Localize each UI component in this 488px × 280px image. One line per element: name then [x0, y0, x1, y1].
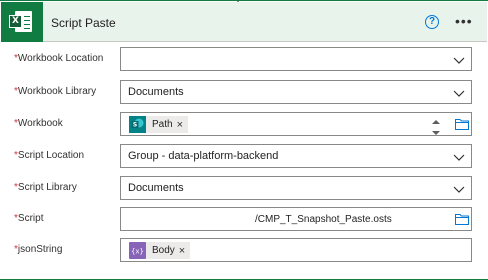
chevron-down-icon	[453, 87, 465, 99]
script-library-label: *Script Library	[14, 182, 77, 193]
json-string-row: *jsonString {x} Body ×	[0, 238, 488, 264]
chevron-up-icon[interactable]	[431, 116, 441, 124]
expression-icon: {x}	[129, 242, 146, 259]
json-string-label: *jsonString	[14, 244, 63, 255]
script-library-dropdown[interactable]: Documents	[120, 176, 472, 200]
json-string-input[interactable]: {x} Body ×	[120, 238, 472, 262]
script-library-row: *Script Library Documents	[0, 176, 488, 202]
workbook-library-value: Documents	[128, 86, 184, 98]
workbook-label: *Workbook	[14, 118, 63, 129]
body-token[interactable]: {x} Body ×	[129, 242, 191, 259]
chevron-down-icon	[453, 54, 465, 66]
script-row: *Script /CMP_T_Snapshot_Paste.osts	[0, 207, 488, 233]
excel-icon: X	[1, 2, 43, 42]
workbook-location-label: *Workbook Location	[14, 53, 104, 64]
svg-text:S: S	[133, 122, 137, 129]
chevron-down-icon[interactable]	[431, 127, 441, 135]
workbook-library-label: *Workbook Library	[14, 86, 97, 97]
script-location-dropdown[interactable]: Group - data-platform-backend	[120, 144, 472, 168]
close-icon[interactable]: ×	[177, 119, 188, 131]
workbook-library-row: *Workbook Library Documents	[0, 80, 488, 106]
workbook-location-dropdown[interactable]	[120, 47, 472, 71]
workbook-row: *Workbook S Path ×	[0, 112, 488, 138]
workbook-input[interactable]: S Path ×	[120, 112, 472, 136]
workbook-library-dropdown[interactable]: Documents	[120, 80, 472, 104]
script-location-label: *Script Location	[14, 150, 85, 161]
path-token[interactable]: S Path ×	[129, 116, 189, 133]
close-icon[interactable]: ×	[179, 245, 190, 257]
folder-icon[interactable]	[455, 213, 469, 225]
script-label: *Script	[14, 213, 44, 224]
script-location-row: *Script Location Group - data-platform-b…	[0, 144, 488, 170]
sharepoint-icon: S	[129, 116, 146, 133]
help-icon[interactable]: ?	[425, 15, 439, 29]
chevron-down-icon	[453, 151, 465, 163]
action-title: Script Paste	[51, 16, 116, 30]
script-library-value: Documents	[128, 182, 184, 194]
script-location-value: Group - data-platform-backend	[128, 150, 279, 162]
chevron-down-icon	[453, 183, 465, 195]
folder-icon[interactable]	[455, 118, 469, 130]
path-token-label: Path	[152, 119, 173, 130]
svg-text:{x}: {x}	[131, 248, 144, 256]
action-header[interactable]: X Script Paste ? •••	[1, 2, 487, 42]
body-token-label: Body	[152, 245, 175, 256]
script-input[interactable]: /CMP_T_Snapshot_Paste.osts	[120, 207, 472, 231]
script-path-value: /CMP_T_Snapshot_Paste.osts	[255, 214, 392, 225]
script-paste-action-card: X Script Paste ? ••• *Workbook Location …	[0, 0, 488, 280]
workbook-location-row: *Workbook Location	[0, 47, 488, 73]
more-options-icon[interactable]: •••	[455, 14, 475, 28]
